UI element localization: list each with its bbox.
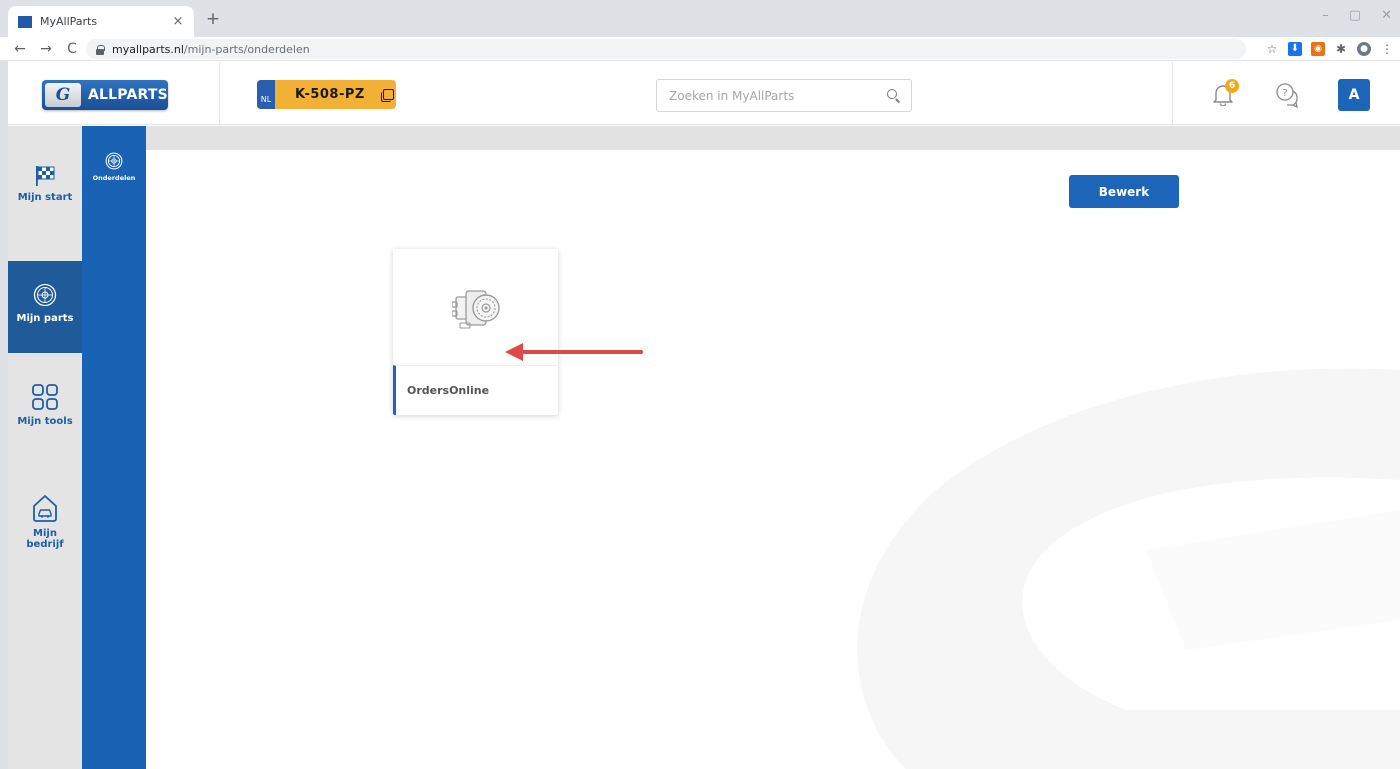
logo-badge: G	[45, 83, 81, 107]
edit-button[interactable]: Bewerk	[1069, 175, 1179, 208]
favicon-icon	[18, 15, 32, 28]
menu-dots-icon[interactable]: ⋮	[1380, 42, 1394, 56]
tile-footer: OrdersOnline	[393, 365, 558, 415]
minimize-button[interactable]: –	[1322, 8, 1329, 23]
sidebar-item-mijn-start[interactable]: Mijn start	[8, 166, 82, 203]
puzzle-extensions-icon[interactable]: ✱	[1334, 42, 1348, 56]
download-extension-icon[interactable]: ⬇	[1288, 42, 1302, 56]
app-header: G ALLPARTS NL K-508-PZ 6 ? A	[8, 62, 1400, 125]
plate-country: NL	[257, 80, 275, 109]
profile-extension-icon[interactable]: ●	[1357, 42, 1371, 56]
browser-tab-bar: MyAllParts × + – ▢ ✕	[0, 0, 1400, 37]
red-arrow-annotation	[505, 343, 643, 361]
search-box	[656, 79, 912, 112]
tile-label: OrdersOnline	[407, 384, 490, 397]
sidebar-item-label: Mijn start	[17, 192, 73, 203]
browser-frame-edge	[0, 0, 8, 769]
lock-icon	[96, 44, 105, 55]
subnav-item-label: Onderdelen	[92, 174, 136, 182]
address-bar[interactable]: myallparts.nl/mijn-parts/onderdelen	[86, 39, 1246, 59]
bookmark-star-icon[interactable]: ☆	[1265, 42, 1279, 56]
sidebar-item-label: Mijn tools	[17, 416, 73, 427]
content-top-band	[146, 126, 1400, 150]
copy-icon[interactable]	[380, 88, 394, 102]
sub-sidebar: Onderdelen	[82, 126, 146, 769]
subnav-item-onderdelen[interactable]: Onderdelen	[82, 152, 146, 182]
url-host: myallparts.nl	[112, 42, 184, 56]
browser-tab[interactable]: MyAllParts ×	[8, 6, 194, 37]
reload-icon[interactable]: C	[62, 41, 82, 57]
app-tile-ordersonline[interactable]: OrdersOnline	[393, 249, 558, 415]
browser-toolbar: ← → C myallparts.nl/mijn-parts/onderdele…	[0, 37, 1400, 61]
engine-part-icon	[452, 290, 500, 329]
search-icon[interactable]	[887, 89, 899, 101]
checkered-flag-icon	[36, 166, 55, 186]
new-tab-button[interactable]: +	[204, 9, 222, 29]
close-window-button[interactable]: ✕	[1381, 8, 1392, 23]
tab-close-icon[interactable]: ×	[170, 14, 186, 29]
sidebar-item-label: Mijn bedrijf	[26, 528, 64, 550]
user-avatar-button[interactable]: A	[1338, 79, 1370, 111]
forward-arrow-icon[interactable]: →	[36, 41, 56, 57]
help-chat-icon[interactable]: ?	[1275, 82, 1301, 108]
notification-badge: 6	[1225, 79, 1239, 93]
license-plate[interactable]: NL K-508-PZ	[257, 80, 396, 109]
logo-text: ALLPARTS	[88, 87, 168, 103]
sidebar-item-label: Mijn parts	[16, 313, 74, 324]
grid-icon	[32, 384, 58, 410]
garage-icon	[33, 495, 57, 522]
plate-number: K-508-PZ	[295, 87, 365, 102]
url-path: /mijn-parts/onderdelen	[183, 42, 310, 56]
sidebar-item-mijn-tools[interactable]: Mijn tools	[8, 384, 82, 427]
brake-disc-icon	[105, 152, 123, 170]
sidebar-item-mijn-bedrijf[interactable]: Mijn bedrijf	[8, 494, 82, 550]
search-input[interactable]	[657, 80, 867, 111]
window-controls: – ▢ ✕	[1322, 8, 1392, 23]
restore-button[interactable]: ▢	[1349, 8, 1361, 23]
g-logo-watermark	[857, 368, 1400, 769]
main-sidebar: Mijn start Mijn parts Mijn tools Mijn be…	[8, 126, 82, 769]
header-divider	[219, 62, 220, 125]
rss-extension-icon[interactable]: ◉	[1311, 42, 1325, 56]
tab-title: MyAllParts	[40, 15, 98, 28]
svg-text:?: ?	[1282, 88, 1287, 99]
brake-disc-icon	[33, 283, 57, 307]
back-arrow-icon[interactable]: ←	[10, 41, 30, 57]
extension-area: ☆ ⬇ ◉ ✱ ● ⋮	[1265, 41, 1394, 57]
sidebar-item-mijn-parts[interactable]: Mijn parts	[8, 261, 82, 353]
header-divider	[1172, 62, 1173, 125]
allparts-logo[interactable]: G ALLPARTS	[42, 80, 168, 110]
